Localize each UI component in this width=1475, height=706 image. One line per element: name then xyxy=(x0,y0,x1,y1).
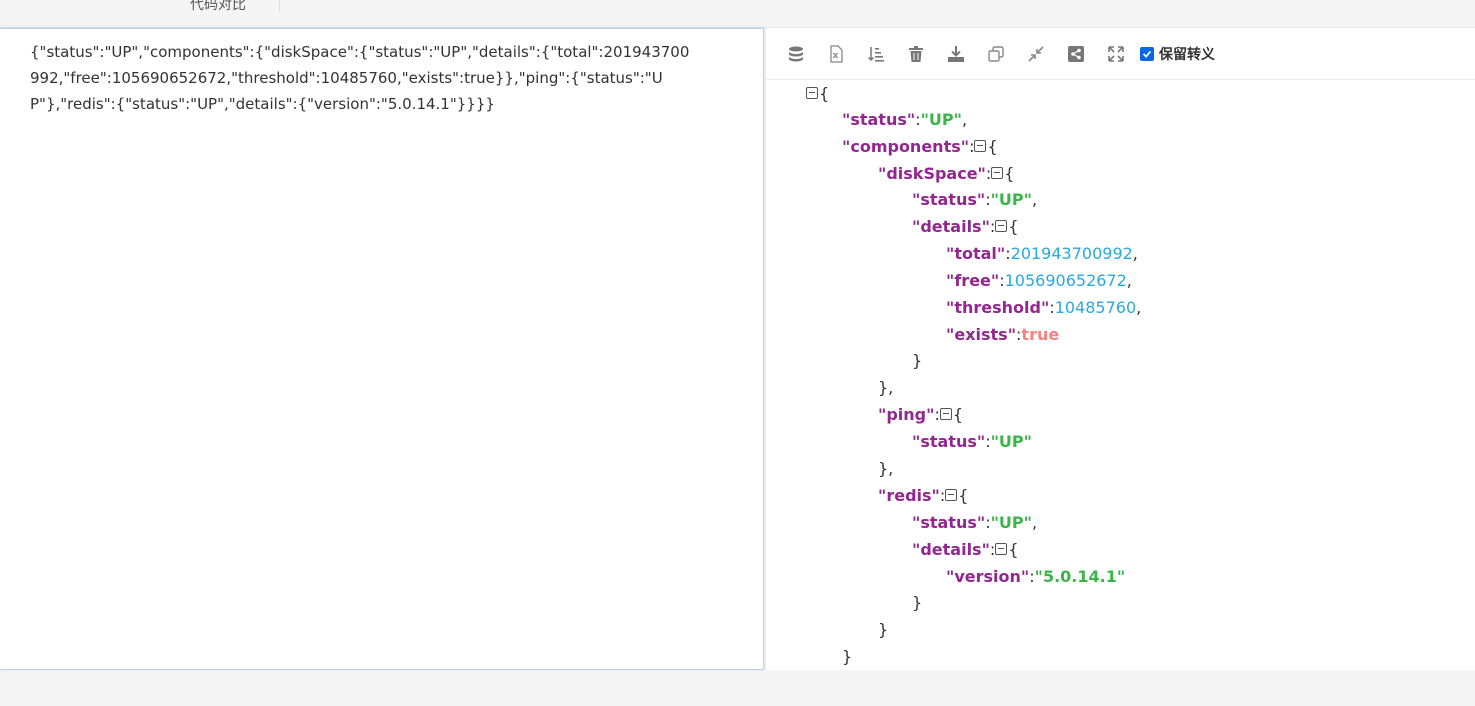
tree-line: } xyxy=(912,351,923,370)
collapse-toggle[interactable] xyxy=(995,220,1008,232)
tree-line: "details":{ xyxy=(912,540,1019,559)
tree-line: "status":"UP" xyxy=(912,432,1032,451)
tree-line: "total":201943700992, xyxy=(946,244,1138,263)
tree-line: "status":"UP", xyxy=(842,110,968,129)
collapse-toggle[interactable] xyxy=(806,87,818,99)
tree-line: }, xyxy=(878,378,894,397)
keep-escape-label: 保留转义 xyxy=(1159,47,1215,63)
tree-line: { xyxy=(806,80,829,107)
top-bar: 代码对比 xyxy=(0,0,1475,28)
bottom-bar xyxy=(0,671,1475,706)
tree-line: } xyxy=(842,647,853,666)
download-icon[interactable] xyxy=(944,42,968,66)
tab-divider xyxy=(279,0,280,12)
tree-line: "version":"5.0.14.1" xyxy=(946,567,1126,586)
collapse-toggle[interactable] xyxy=(945,489,958,501)
keep-escape-checkbox[interactable] xyxy=(1140,47,1154,61)
excel-icon[interactable] xyxy=(824,42,848,66)
compress-icon[interactable] xyxy=(1024,42,1048,66)
tree-line: } xyxy=(878,620,889,639)
trash-icon[interactable] xyxy=(904,42,928,66)
viewer-toolbar: 保留转义 xyxy=(766,28,1475,80)
share-icon[interactable] xyxy=(1064,42,1088,66)
database-icon[interactable] xyxy=(784,42,808,66)
json-input-panel[interactable]: {"status":"UP","components":{"diskSpace"… xyxy=(0,28,764,670)
sort-icon[interactable] xyxy=(864,42,888,66)
copy-icon[interactable] xyxy=(984,42,1008,66)
tree-line: "components":{ xyxy=(842,137,998,156)
collapse-toggle[interactable] xyxy=(939,408,952,420)
json-input-text[interactable]: {"status":"UP","components":{"diskSpace"… xyxy=(30,39,690,117)
tree-line: "free":105690652672, xyxy=(946,271,1132,290)
tree-line: "exists":true xyxy=(946,325,1060,344)
json-viewer-panel: 保留转义 { "status":"UP", "components":{ "di… xyxy=(766,28,1475,670)
collapse-toggle[interactable] xyxy=(974,140,987,152)
tree-line: "threshold":10485760, xyxy=(946,298,1142,317)
keep-escape-option[interactable]: 保留转义 xyxy=(1140,44,1215,64)
tree-line: "redis":{ xyxy=(878,486,969,505)
tree-line: }, xyxy=(878,459,894,478)
tree-line: "status":"UP", xyxy=(912,190,1038,209)
code-compare-tab[interactable]: 代码对比 xyxy=(190,0,246,14)
tree-line: "details":{ xyxy=(912,217,1019,236)
collapse-toggle[interactable] xyxy=(995,543,1008,555)
tree-line: "ping":{ xyxy=(878,405,964,424)
collapse-toggle[interactable] xyxy=(991,167,1004,179)
tree-line: "status":"UP", xyxy=(912,513,1038,532)
tree-line: } xyxy=(912,593,923,612)
expand-icon[interactable] xyxy=(1104,42,1128,66)
tree-line: "diskSpace":{ xyxy=(878,164,1015,183)
